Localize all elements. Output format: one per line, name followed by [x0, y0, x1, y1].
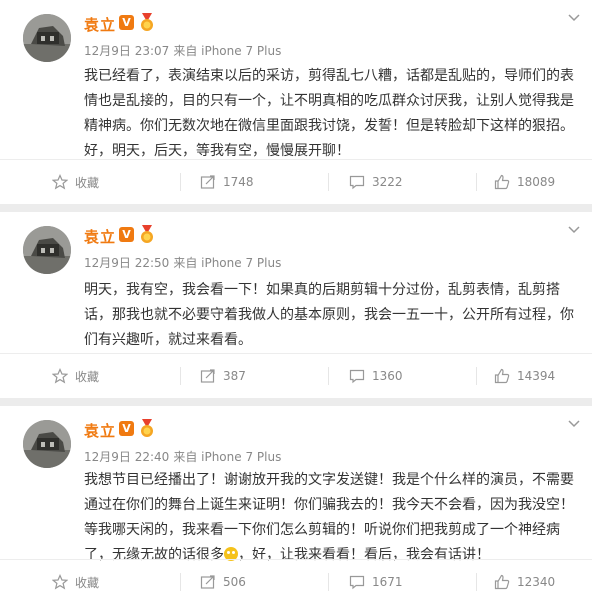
action-bar: 收藏 1748 3222 18089	[0, 159, 592, 204]
post-text-line: 明天，我有空，我会看一下！如果真的后期剪辑十分过份，乱剪表情，乱剪搭	[84, 282, 560, 298]
chevron-down-icon[interactable]	[568, 226, 580, 234]
post-card: 袁立 V 12月9日 22:40 来自 iPhone 7 Plus 我想节目已经播…	[0, 406, 592, 604]
post-meta: 12月9日 22:40 来自 iPhone 7 Plus	[84, 448, 281, 465]
favorite-button[interactable]: 收藏	[52, 560, 99, 604]
post-text-line: 通过在你们的舞台上诞生来证明！你们骗我去的！我今天不会看，因为我没空！	[84, 497, 574, 513]
avatar[interactable]	[23, 226, 71, 274]
post-source: 来自 iPhone 7 Plus	[173, 450, 282, 464]
post-meta: 12月9日 23:07 来自 iPhone 7 Plus	[84, 42, 281, 59]
comment-icon	[349, 175, 365, 190]
post-text: 明天，我有空，我会看一下！如果真的后期剪辑十分过份，乱剪表情，乱剪搭 话，那我也…	[84, 278, 584, 353]
medal-icon	[141, 419, 153, 437]
like-count: 18089	[517, 175, 556, 189]
like-button[interactable]: 12340	[494, 560, 555, 604]
post-text: 我已经看了，表演结束以后的采访，剪得乱七八糟，话都是乱贴的，导师们的表 情也是乱…	[84, 64, 584, 164]
vip-badge-icon: V	[119, 15, 134, 30]
weibo-feed: 袁立 V 12月9日 23:07 来自 iPhone 7 Plus 我已经看了，表…	[0, 0, 592, 604]
forward-count: 506	[223, 575, 246, 589]
comment-count: 1360	[372, 369, 403, 383]
post-text-line: 等我哪天闲的，我来看一下你们怎么剪辑的！听说你们把我剪成了一个神经病	[84, 522, 560, 538]
divider	[180, 573, 181, 591]
divider	[476, 367, 477, 385]
forward-button[interactable]: 387	[200, 354, 246, 398]
comment-icon	[349, 369, 365, 384]
post-card: 袁立 V 12月9日 23:07 来自 iPhone 7 Plus 我已经看了，表…	[0, 0, 592, 204]
post-time[interactable]: 12月9日 22:50	[84, 256, 169, 270]
comment-button[interactable]: 3222	[349, 160, 403, 204]
divider	[180, 173, 181, 191]
avatar[interactable]	[23, 420, 71, 468]
post-source: 来自 iPhone 7 Plus	[173, 256, 282, 270]
author-name[interactable]: 袁立	[84, 420, 116, 441]
post-text-line: 我想节目已经播出了！谢谢放开我的文字发送键！我是个什么样的演员，不需要	[84, 472, 574, 488]
forward-count: 387	[223, 369, 246, 383]
favorite-label: 收藏	[75, 575, 100, 590]
forward-count: 1748	[223, 175, 254, 189]
vip-badge-icon: V	[119, 421, 134, 436]
author-name[interactable]: 袁立	[84, 14, 116, 35]
like-count: 14394	[517, 369, 556, 383]
medal-icon	[141, 225, 153, 243]
star-icon	[52, 174, 68, 190]
favorite-button[interactable]: 收藏	[52, 160, 99, 204]
divider	[476, 173, 477, 191]
divider	[180, 367, 181, 385]
avatar[interactable]	[23, 14, 71, 62]
post-text-line: 们有兴趣听，就过来看看。	[84, 332, 252, 348]
post-text-line: 情也是乱接的，目的只有一个，让不明真相的吃瓜群众讨厌我，让别人觉得我是	[84, 93, 574, 109]
post-time[interactable]: 12月9日 22:40	[84, 450, 169, 464]
thumbs-up-icon	[494, 174, 510, 190]
divider	[328, 573, 329, 591]
favorite-label: 收藏	[75, 175, 100, 190]
post-time[interactable]: 12月9日 23:07	[84, 44, 169, 58]
post-text: 我想节目已经播出了！谢谢放开我的文字发送键！我是个什么样的演员，不需要 通过在你…	[84, 468, 584, 568]
star-icon	[52, 368, 68, 384]
thumbs-up-icon	[494, 368, 510, 384]
post-text-line: 我已经看了，表演结束以后的采访，剪得乱七八糟，话都是乱贴的，导师们的表	[84, 68, 574, 84]
post-source: 来自 iPhone 7 Plus	[173, 44, 282, 58]
like-button[interactable]: 14394	[494, 354, 555, 398]
divider	[476, 573, 477, 591]
post-card: 袁立 V 12月9日 22:50 来自 iPhone 7 Plus 明天，我有空，…	[0, 212, 592, 398]
chevron-down-icon[interactable]	[568, 420, 580, 428]
divider	[328, 367, 329, 385]
comment-button[interactable]: 1671	[349, 560, 403, 604]
medal-icon	[141, 13, 153, 31]
action-bar: 收藏 506 1671 12340	[0, 559, 592, 604]
divider	[328, 173, 329, 191]
favorite-button[interactable]: 收藏	[52, 354, 99, 398]
post-text-line: 精神病。你们无数次地在微信里面跟我讨饶，发誓！但是转脸却下这样的狠招。	[84, 118, 574, 134]
author-name[interactable]: 袁立	[84, 226, 116, 247]
vip-badge-icon: V	[119, 227, 134, 242]
like-count: 12340	[517, 575, 556, 589]
post-text-line: 话，那我也就不必要守着我做人的基本原则，我会一五一十，公开所有过程，你	[84, 307, 574, 323]
action-bar: 收藏 387 1360 14394	[0, 353, 592, 398]
chevron-down-icon[interactable]	[568, 14, 580, 22]
thumbs-up-icon	[494, 574, 510, 590]
favorite-label: 收藏	[75, 369, 100, 384]
star-icon	[52, 574, 68, 590]
forward-button[interactable]: 506	[200, 560, 246, 604]
comment-count: 1671	[372, 575, 403, 589]
forward-icon	[200, 575, 215, 589]
like-button[interactable]: 18089	[494, 160, 555, 204]
post-meta: 12月9日 22:50 来自 iPhone 7 Plus	[84, 254, 281, 271]
comment-count: 3222	[372, 175, 403, 189]
forward-icon	[200, 175, 215, 189]
forward-icon	[200, 369, 215, 383]
comment-icon	[349, 575, 365, 590]
forward-button[interactable]: 1748	[200, 160, 254, 204]
comment-button[interactable]: 1360	[349, 354, 403, 398]
